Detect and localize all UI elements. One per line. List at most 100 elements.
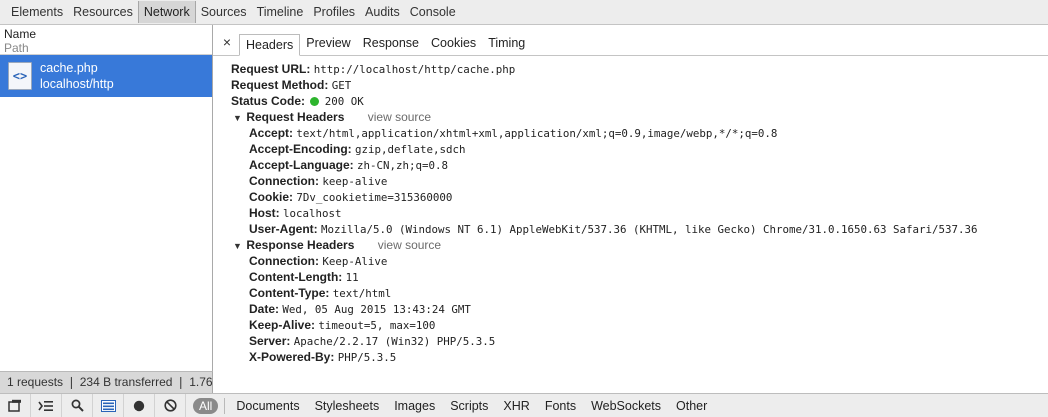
tab-response[interactable]: Response	[357, 33, 425, 55]
tab-cookies[interactable]: Cookies	[425, 33, 482, 55]
header-key: Connection:	[249, 254, 319, 268]
filter-other[interactable]: Other	[671, 399, 712, 413]
close-icon[interactable]: ×	[219, 31, 235, 55]
column-path-label: Path	[4, 41, 29, 55]
request-url-line: Request URL: http://localhost/http/cache…	[231, 61, 1048, 77]
header-value: Mozilla/5.0 (Windows NT 6.1) AppleWebKit…	[321, 223, 978, 236]
section-title: Request Headers	[246, 110, 345, 124]
devtools-toolbar: Elements Resources Network Sources Timel…	[0, 0, 1048, 25]
header-key: Accept:	[249, 126, 294, 140]
tab-network[interactable]: Network	[137, 1, 196, 23]
header-key: Keep-Alive:	[249, 318, 316, 332]
bottom-toolbar: All Documents Stylesheets Images Scripts…	[0, 393, 1048, 417]
header-value: Apache/2.2.17 (Win32) PHP/5.3.5	[293, 335, 496, 348]
header-key: Date:	[249, 302, 280, 316]
request-path: localhost/http	[40, 77, 114, 91]
filter-documents[interactable]: Documents	[231, 399, 304, 413]
header-row: Keep-Alive: timeout=5, max=100	[231, 317, 1048, 333]
header-key: Connection:	[249, 174, 319, 188]
request-details: × Headers Preview Response Cookies Timin…	[213, 25, 1048, 393]
header-key: Request URL:	[231, 62, 311, 76]
dock-icon[interactable]	[0, 394, 31, 417]
header-row: Cookie: 7Dv_cookietime=315360000	[231, 189, 1048, 205]
header-key: Content-Length:	[249, 270, 343, 284]
header-key: X-Powered-By:	[249, 350, 335, 364]
network-summary: 1 requests ❘ 234 B transferred ❘ 1.76 s …	[0, 371, 213, 393]
header-value: GET	[331, 79, 352, 92]
header-value: Wed, 05 Aug 2015 13:43:24 GMT	[282, 303, 471, 316]
filter-all-button[interactable]: All	[193, 397, 219, 414]
header-row: Content-Type: text/html	[231, 285, 1048, 301]
header-value: 11	[345, 271, 359, 284]
details-list-icon[interactable]	[93, 394, 124, 417]
header-row: Accept: text/html,application/xhtml+xml,…	[231, 125, 1048, 141]
header-value: text/html,application/xhtml+xml,applicat…	[296, 127, 778, 140]
header-value: 7Dv_cookietime=315360000	[296, 191, 453, 204]
header-row: Connection: keep-alive	[231, 173, 1048, 189]
tab-resources[interactable]: Resources	[68, 1, 138, 23]
request-headers-section[interactable]: ▼ Request Headers view source	[231, 109, 1048, 125]
clear-icon[interactable]	[155, 394, 186, 417]
header-value: zh-CN,zh;q=0.8	[357, 159, 449, 172]
record-icon[interactable]	[124, 394, 155, 417]
header-key: User-Agent:	[249, 222, 318, 236]
header-key: Server:	[249, 334, 291, 348]
header-row: Date: Wed, 05 Aug 2015 13:43:24 GMT	[231, 301, 1048, 317]
header-value: 200 OK	[324, 95, 364, 108]
header-key: Accept-Encoding:	[249, 142, 352, 156]
header-key: Cookie:	[249, 190, 294, 204]
header-value: keep-alive	[322, 175, 388, 188]
tab-headers[interactable]: Headers	[239, 34, 301, 56]
response-headers-section[interactable]: ▼ Response Headers view source	[231, 237, 1048, 253]
tab-console[interactable]: Console	[405, 1, 461, 23]
header-key: Accept-Language:	[249, 158, 354, 172]
expand-triangle-icon[interactable]: ▼	[233, 238, 243, 254]
status-code-line: Status Code: 200 OK	[231, 93, 1048, 109]
request-list: Name Path <> cache.php localhost/http	[0, 25, 213, 371]
header-key: Request Method:	[231, 78, 329, 92]
filter-xhr[interactable]: XHR	[498, 399, 534, 413]
header-value: localhost	[283, 207, 342, 220]
status-ok-icon	[310, 97, 320, 106]
request-row[interactable]: <> cache.php localhost/http	[0, 55, 212, 97]
request-method-line: Request Method: GET	[231, 77, 1048, 93]
view-source-link[interactable]: view source	[368, 110, 431, 124]
filter-scripts[interactable]: Scripts	[445, 399, 493, 413]
header-row: Content-Length: 11	[231, 269, 1048, 285]
console-list-icon[interactable]	[31, 394, 62, 417]
filter-fonts[interactable]: Fonts	[540, 399, 581, 413]
header-value: PHP/5.3.5	[337, 351, 397, 364]
header-key: Host:	[249, 206, 280, 220]
header-row: User-Agent: Mozilla/5.0 (Windows NT 6.1)…	[231, 221, 1048, 237]
tab-preview[interactable]: Preview	[300, 33, 356, 55]
detail-tabbar: × Headers Preview Response Cookies Timin…	[213, 25, 1048, 56]
html-file-icon: <>	[8, 62, 32, 90]
header-key: Status Code:	[231, 94, 306, 108]
filter-images[interactable]: Images	[389, 399, 440, 413]
headers-view: Request URL: http://localhost/http/cache…	[213, 56, 1048, 365]
view-source-link[interactable]: view source	[378, 238, 441, 252]
filter-websockets[interactable]: WebSockets	[586, 399, 666, 413]
tab-sources[interactable]: Sources	[196, 1, 252, 23]
filter-stylesheets[interactable]: Stylesheets	[310, 399, 385, 413]
header-row: Accept-Encoding: gzip,deflate,sdch	[231, 141, 1048, 157]
tab-elements[interactable]: Elements	[6, 1, 68, 23]
divider	[224, 397, 226, 414]
tab-profiles[interactable]: Profiles	[308, 1, 360, 23]
tab-audits[interactable]: Audits	[360, 1, 405, 23]
header-value: Keep-Alive	[322, 255, 388, 268]
header-row: Server: Apache/2.2.17 (Win32) PHP/5.3.5	[231, 333, 1048, 349]
header-row: Accept-Language: zh-CN,zh;q=0.8	[231, 157, 1048, 173]
tab-timing[interactable]: Timing	[482, 33, 531, 55]
header-row: Connection: Keep-Alive	[231, 253, 1048, 269]
name-column-header[interactable]: Name Path	[0, 25, 212, 55]
header-row: X-Powered-By: PHP/5.3.5	[231, 349, 1048, 365]
column-name-label: Name	[4, 27, 37, 41]
header-value: text/html	[332, 287, 392, 300]
header-key: Content-Type:	[249, 286, 330, 300]
tab-timeline[interactable]: Timeline	[252, 1, 309, 23]
search-icon[interactable]	[62, 394, 93, 417]
header-value: gzip,deflate,sdch	[355, 143, 466, 156]
header-row: Host: localhost	[231, 205, 1048, 221]
expand-triangle-icon[interactable]: ▼	[233, 110, 243, 126]
